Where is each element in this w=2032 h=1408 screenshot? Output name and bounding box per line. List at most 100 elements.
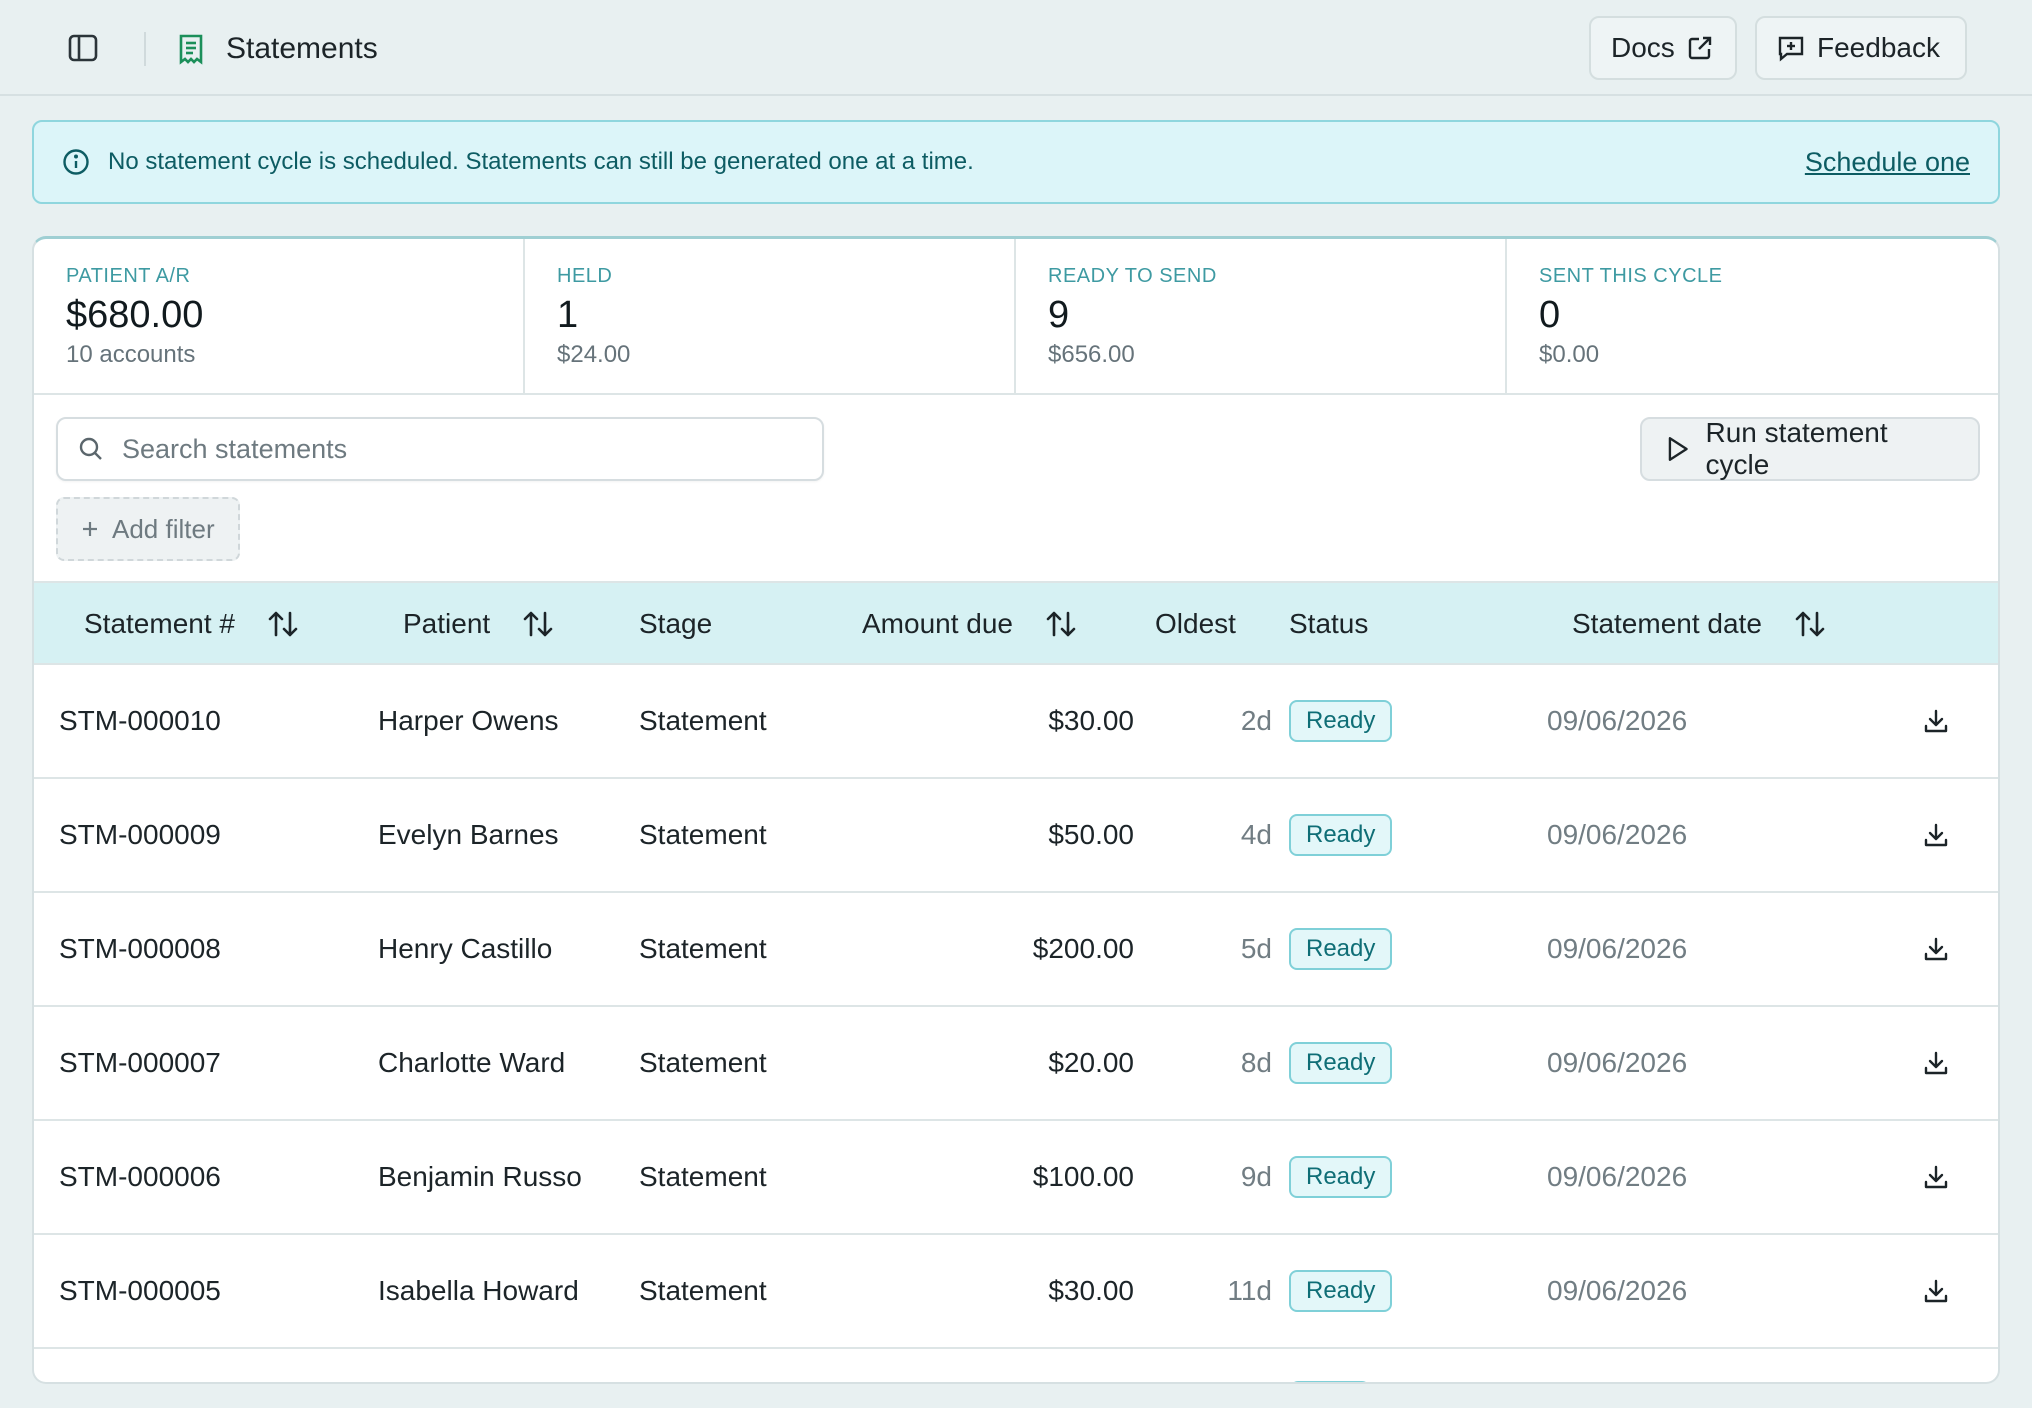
patient-name: Henry Castillo <box>378 933 553 964</box>
search-box[interactable] <box>56 417 824 481</box>
download-icon <box>1924 709 1948 733</box>
statement-id: STM-000009 <box>59 819 221 850</box>
stat-label: READY TO SEND <box>1048 265 1217 287</box>
column-header-amount[interactable]: Amount due <box>862 583 1077 665</box>
table-row[interactable]: STM-000005 Isabella Howard Statement $30… <box>34 1235 1998 1349</box>
download-icon <box>1924 1165 1948 1189</box>
oldest: 5d <box>1240 933 1272 964</box>
stat-label: SENT THIS CYCLE <box>1539 265 1723 287</box>
header-divider <box>144 32 146 66</box>
column-header-stage: Stage <box>639 583 712 665</box>
amount-due: $200.00 <box>1032 933 1134 964</box>
stage: Statement <box>639 933 767 964</box>
statement-id: STM-000008 <box>59 933 221 964</box>
column-header-oldest: Oldest <box>1155 583 1236 665</box>
download-button[interactable] <box>1922 665 1950 777</box>
status-badge: Ready <box>1289 814 1393 856</box>
search-icon <box>79 437 102 460</box>
search-input[interactable] <box>122 433 762 465</box>
add-filter-button[interactable]: Add filter <box>56 497 240 561</box>
stat-patient-ar: PATIENT A/R $680.00 10 accounts <box>34 239 525 395</box>
statement-id: STM-000010 <box>59 705 221 736</box>
external-link-icon <box>1688 36 1711 60</box>
stat-sub: $0.00 <box>1539 341 1600 368</box>
download-button[interactable] <box>1922 893 1950 1005</box>
statement-date: 09/06/2026 <box>1547 1275 1688 1306</box>
status-badge-partial <box>1290 1381 1370 1382</box>
oldest: 11d <box>1227 1275 1272 1306</box>
info-banner: No statement cycle is scheduled. Stateme… <box>32 120 2000 204</box>
download-button[interactable] <box>1922 1235 1950 1347</box>
sidebar-toggle-button[interactable] <box>58 24 108 72</box>
table-header: Statement # Patient Stage Amount due Old… <box>34 581 1998 665</box>
column-label: Statement # <box>84 608 235 639</box>
sort-icon[interactable] <box>522 609 554 639</box>
amount-due: $30.00 <box>1048 705 1134 736</box>
stat-held: HELD 1 $24.00 <box>525 239 1016 395</box>
stat-sub: $656.00 <box>1048 341 1135 368</box>
oldest: 8d <box>1240 1047 1272 1078</box>
stat-sub: $24.00 <box>557 341 631 368</box>
download-button[interactable] <box>1922 1007 1950 1119</box>
patient-name: Benjamin Russo <box>378 1161 582 1192</box>
statements-card: PATIENT A/R $680.00 10 accounts HELD 1 $… <box>32 236 2000 1384</box>
sort-icon[interactable] <box>1794 609 1826 639</box>
download-button[interactable] <box>1922 779 1950 891</box>
column-label: Patient <box>403 608 491 639</box>
stage: Statement <box>639 1275 767 1306</box>
download-icon <box>1924 937 1948 961</box>
info-icon <box>63 149 89 175</box>
column-header-statement-date[interactable]: Statement date <box>1572 583 1826 665</box>
stat-ready-to-send: READY TO SEND 9 $656.00 <box>1016 239 1507 395</box>
banner-message: No statement cycle is scheduled. Stateme… <box>108 148 974 175</box>
play-icon <box>1668 437 1688 461</box>
download-button[interactable] <box>1922 1121 1950 1233</box>
column-header-statement[interactable]: Statement # <box>84 583 299 665</box>
column-label: Oldest <box>1155 608 1236 639</box>
column-label: Amount due <box>862 608 1013 639</box>
amount-due: $30.00 <box>1048 1275 1134 1306</box>
stat-value: 0 <box>1539 294 1561 336</box>
column-label: Stage <box>639 608 713 639</box>
sort-icon[interactable] <box>1045 609 1077 639</box>
stat-label: PATIENT A/R <box>66 265 191 287</box>
plus-icon <box>83 522 97 536</box>
stage: Statement <box>639 1047 767 1078</box>
statement-id: STM-000005 <box>59 1275 221 1306</box>
run-statement-cycle-button[interactable]: Run statement cycle <box>1640 417 1980 481</box>
download-icon <box>1924 823 1948 847</box>
stats-row: PATIENT A/R $680.00 10 accounts HELD 1 $… <box>34 239 1998 395</box>
sort-icon[interactable] <box>267 609 299 639</box>
amount-due: $20.00 <box>1048 1047 1134 1078</box>
stat-sent-this-cycle: SENT THIS CYCLE 0 $0.00 <box>1507 239 1998 395</box>
table-row[interactable]: STM-000008 Henry Castillo Statement $200… <box>34 893 1998 1007</box>
statement-id: STM-000006 <box>59 1161 221 1192</box>
download-icon <box>1924 1051 1948 1075</box>
column-label: Statement date <box>1572 608 1762 639</box>
status-badge: Ready <box>1289 700 1393 742</box>
table-row[interactable]: STM-000006 Benjamin Russo Statement $100… <box>34 1121 1998 1235</box>
amount-due: $50.00 <box>1048 819 1134 850</box>
docs-button[interactable]: Docs <box>1589 16 1737 80</box>
oldest: 9d <box>1240 1161 1272 1192</box>
stage: Statement <box>639 819 767 850</box>
schedule-one-link[interactable]: Schedule one <box>1805 147 1970 178</box>
stat-value: $680.00 <box>66 294 204 336</box>
message-plus-icon <box>1778 36 1804 62</box>
statement-date: 09/06/2026 <box>1547 1047 1688 1078</box>
sidebar-toggle-icon <box>68 34 98 62</box>
status-badge: Ready <box>1289 1042 1393 1084</box>
table-row[interactable]: STM-000007 Charlotte Ward Statement $20.… <box>34 1007 1998 1121</box>
patient-name: Charlotte Ward <box>378 1047 566 1078</box>
stage: Statement <box>639 1161 767 1192</box>
table-row[interactable]: STM-000010 Harper Owens Statement $30.00… <box>34 665 1998 779</box>
stat-value: 9 <box>1048 294 1070 336</box>
statement-date: 09/06/2026 <box>1547 933 1688 964</box>
column-header-patient[interactable]: Patient <box>403 583 554 665</box>
status-badge: Ready <box>1289 1156 1393 1198</box>
stat-sub: 10 accounts <box>66 341 196 368</box>
feedback-button[interactable]: Feedback <box>1755 16 1967 80</box>
table-row[interactable]: STM-000009 Evelyn Barnes Statement $50.0… <box>34 779 1998 893</box>
status-badge: Ready <box>1289 1270 1393 1312</box>
column-label: Status <box>1289 608 1369 639</box>
